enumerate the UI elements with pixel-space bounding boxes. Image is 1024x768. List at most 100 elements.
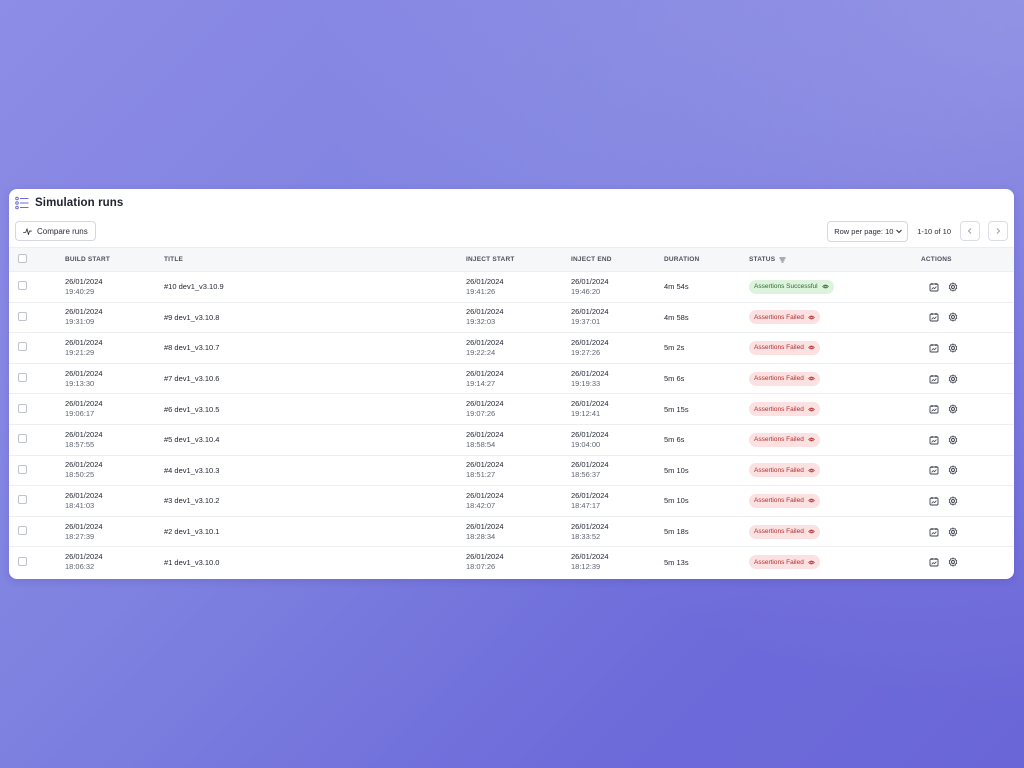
inject-start-time: 19:14:27 [466, 378, 496, 388]
inject-end-time: 18:12:39 [571, 562, 601, 572]
status-badge[interactable]: Assertions Failed [749, 402, 820, 417]
eye-icon [808, 560, 815, 565]
inject-start-time: 18:28:34 [466, 531, 496, 541]
run-title: #2 dev1_v3.10.1 [164, 527, 220, 537]
table-row[interactable]: 26/01/2024 19:21:29 #8 dev1_v3.10.7 26/01/2… [9, 333, 1014, 364]
gear-icon[interactable] [948, 404, 958, 414]
status-badge[interactable]: Assertions Failed [749, 463, 820, 478]
gear-icon[interactable] [948, 465, 958, 475]
status-badge[interactable]: Assertions Failed [749, 493, 820, 508]
report-icon[interactable] [929, 465, 939, 475]
gear-icon[interactable] [948, 557, 958, 567]
run-title: #9 dev1_v3.10.8 [164, 312, 220, 322]
inject-end-date: 26/01/2024 [571, 521, 609, 531]
report-icon[interactable] [929, 282, 939, 292]
select-all-checkbox[interactable] [18, 254, 27, 263]
header-build-start[interactable]: BUILD START [65, 248, 164, 272]
report-icon[interactable] [929, 374, 939, 384]
header-inject-start[interactable]: INJECT START [466, 248, 571, 272]
row-actions [921, 435, 1014, 445]
compare-runs-button[interactable]: Compare runs [15, 221, 96, 241]
gear-icon[interactable] [948, 526, 958, 537]
table-row[interactable]: 26/01/2024 19:06:17 #6 dev1_v3.10.5 26/01/2… [9, 394, 1014, 425]
inject-start-time: 19:41:26 [466, 286, 496, 296]
eye-icon [808, 315, 815, 320]
status-badge[interactable]: Assertions Failed [749, 310, 820, 325]
row-checkbox[interactable] [18, 403, 27, 413]
report-icon[interactable] [929, 343, 939, 353]
report-icon[interactable] [929, 527, 939, 537]
table-row[interactable]: 26/01/2024 18:57:55 #5 dev1_v3.10.4 26/01/2… [9, 424, 1014, 456]
header-title[interactable]: TITLE [164, 248, 466, 272]
table-row[interactable]: 26/01/2024 18:06:32 #1 dev1_v3.10.0 26/01/2… [9, 547, 1014, 578]
prev-page-button[interactable] [960, 221, 980, 241]
status-badge[interactable]: Assertions Successful [749, 279, 834, 294]
inject-start-time: 19:32:03 [466, 317, 496, 327]
gear-icon[interactable] [948, 373, 958, 384]
eye-icon [808, 437, 815, 442]
table-row[interactable]: 26/01/2024 19:31:09 #9 dev1_v3.10.8 26/01/2… [9, 302, 1014, 333]
report-icon[interactable] [929, 312, 939, 322]
gear-icon[interactable] [948, 282, 958, 292]
next-page-button[interactable] [988, 221, 1008, 241]
report-icon[interactable] [929, 435, 939, 445]
inject-end-time: 19:19:33 [571, 378, 601, 388]
duration: 5m 6s [664, 435, 685, 445]
header-status-label: STATUS [749, 256, 776, 263]
build-start-date: 26/01/2024 [65, 429, 103, 439]
status-badge[interactable]: Assertions Failed [749, 555, 820, 570]
row-checkbox[interactable] [18, 373, 27, 383]
gear-icon[interactable] [948, 435, 958, 445]
inject-start-date: 26/01/2024 [466, 399, 504, 409]
report-icon[interactable] [929, 496, 939, 506]
inject-start-time: 19:07:26 [466, 409, 496, 419]
row-checkbox[interactable] [18, 556, 27, 566]
duration: 5m 6s [664, 374, 685, 384]
row-checkbox[interactable] [18, 526, 27, 536]
row-checkbox[interactable] [18, 342, 27, 352]
duration: 5m 13s [664, 557, 689, 567]
row-checkbox[interactable] [18, 281, 27, 291]
table-row[interactable]: 26/01/2024 18:27:39 #2 dev1_v3.10.1 26/01/2… [9, 516, 1014, 547]
duration: 5m 10s [664, 496, 689, 506]
build-start-time: 19:31:09 [65, 317, 95, 327]
status-badge[interactable]: Assertions Failed [749, 340, 820, 355]
duration: 5m 15s [664, 404, 689, 414]
header-inject-end[interactable]: INJECT END [571, 248, 664, 272]
status-badge[interactable]: Assertions Failed [749, 524, 820, 539]
inject-end-date: 26/01/2024 [571, 276, 609, 286]
table-row[interactable]: 26/01/2024 19:13:30 #7 dev1_v3.10.6 26/01/2… [9, 363, 1014, 394]
rows-per-page-select[interactable]: Row per page: 10 [827, 220, 909, 242]
table-row[interactable]: 26/01/2024 18:50:25 #4 dev1_v3.10.3 26/01/2… [9, 455, 1014, 486]
status-label: Assertions Failed [754, 497, 804, 505]
row-checkbox[interactable] [18, 434, 27, 444]
gear-icon[interactable] [948, 343, 958, 353]
inject-start-date: 26/01/2024 [466, 368, 504, 378]
run-title: #7 dev1_v3.10.6 [164, 374, 220, 384]
build-start-time: 19:06:17 [65, 409, 95, 419]
status-badge[interactable]: Assertions Failed [749, 371, 820, 386]
table-row[interactable]: 26/01/2024 18:41:03 #3 dev1_v3.10.2 26/01/2… [9, 486, 1014, 517]
header-status[interactable]: STATUS [749, 256, 786, 263]
inject-end-date: 26/01/2024 [571, 460, 609, 470]
inject-end-date: 26/01/2024 [571, 429, 609, 439]
chevron-right-icon [994, 227, 1002, 235]
build-start-date: 26/01/2024 [65, 552, 103, 562]
gear-icon[interactable] [948, 496, 958, 506]
report-icon[interactable] [929, 557, 939, 567]
inject-start-time: 18:58:54 [466, 439, 496, 449]
row-actions [921, 496, 1014, 506]
inject-start-date: 26/01/2024 [466, 429, 504, 439]
row-checkbox[interactable] [18, 495, 27, 505]
table-row[interactable]: 26/01/2024 19:40:29 #10 dev1_v3.10.9 26/01/… [9, 272, 1014, 303]
header-duration[interactable]: DURATION [664, 248, 749, 272]
gear-icon[interactable] [948, 312, 958, 322]
row-checkbox[interactable] [18, 464, 27, 474]
report-icon[interactable] [929, 404, 939, 414]
inject-start-date: 26/01/2024 [466, 460, 504, 470]
status-label: Assertions Failed [754, 528, 804, 536]
status-badge[interactable]: Assertions Failed [749, 432, 820, 447]
filter-icon[interactable] [779, 257, 786, 263]
inject-end-time: 19:27:26 [571, 347, 601, 357]
row-checkbox[interactable] [18, 311, 27, 321]
